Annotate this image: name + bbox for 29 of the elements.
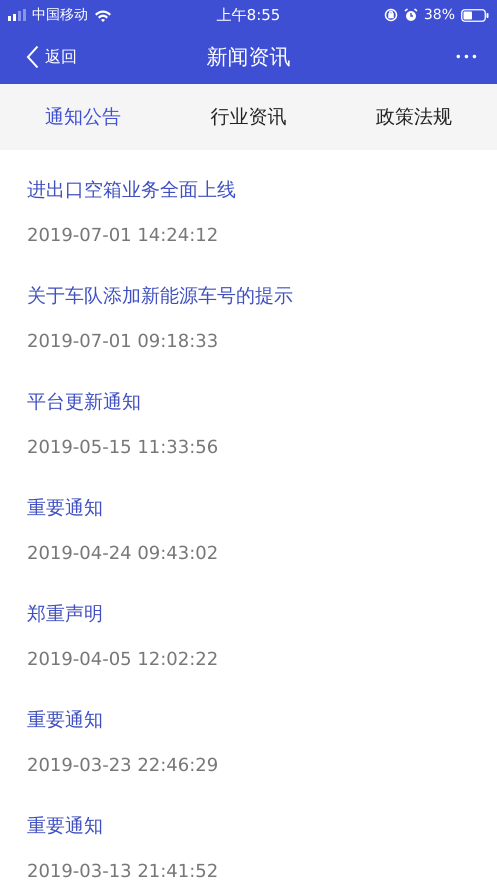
tab[interactable]: 行业资讯 xyxy=(166,96,332,138)
battery-icon xyxy=(461,8,489,22)
news-date: 2019-03-13 21:41:52 xyxy=(27,860,218,883)
chevron-left-icon xyxy=(26,45,39,69)
more-button[interactable]: ••• xyxy=(450,46,483,68)
news-title-link[interactable]: 郑重声明 xyxy=(27,599,103,629)
news-date: 2019-05-15 11:33:56 xyxy=(27,436,218,460)
tab[interactable]: 通知公告 xyxy=(0,96,166,138)
status-time: 上午8:55 xyxy=(216,6,280,24)
news-date: 2019-04-05 12:02:22 xyxy=(27,648,218,672)
news-date: 2019-04-24 09:43:02 xyxy=(27,542,218,566)
battery-percent: 38% xyxy=(424,7,455,23)
news-date: 2019-07-01 14:24:12 xyxy=(27,224,218,248)
news-title-link[interactable]: 关于车队添加新能源车号的提示 xyxy=(27,281,293,311)
news-title-link[interactable]: 重要通知 xyxy=(27,811,103,841)
tab[interactable]: 政策法规 xyxy=(331,96,497,138)
rotation-lock-icon xyxy=(384,8,398,22)
page-title: 新闻资讯 xyxy=(206,45,290,69)
news-date: 2019-03-23 22:46:29 xyxy=(27,754,218,778)
news-title-link[interactable]: 重要通知 xyxy=(27,493,103,523)
signal-icon xyxy=(8,9,26,21)
carrier-name: 中国移动 xyxy=(32,6,88,24)
news-date: 2019-07-01 09:18:33 xyxy=(27,330,218,354)
alarm-icon xyxy=(404,8,418,22)
news-title-link[interactable]: 平台更新通知 xyxy=(27,387,141,417)
news-title-link[interactable]: 进出口空箱业务全面上线 xyxy=(27,175,236,205)
wifi-icon xyxy=(94,8,112,22)
news-title-link[interactable]: 重要通知 xyxy=(27,705,103,735)
back-button[interactable]: 返回 xyxy=(26,45,77,69)
